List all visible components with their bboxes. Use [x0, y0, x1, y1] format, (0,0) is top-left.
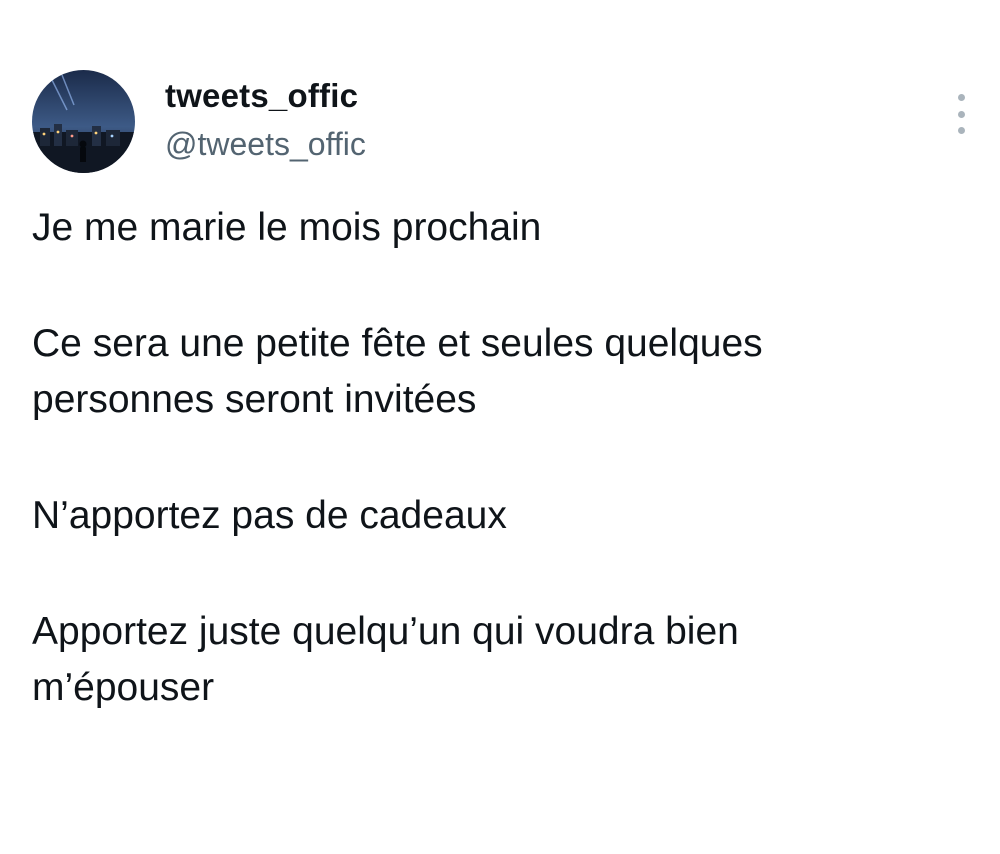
dot [957, 94, 965, 101]
avatar[interactable] [32, 70, 135, 173]
author-display-name[interactable]: tweets_offic [165, 76, 358, 116]
tweet-card: tweets_offic @tweets_offic Je me marie l… [0, 0, 1000, 854]
author-handle[interactable]: @tweets_offic [165, 124, 366, 164]
tweet-text: Je me marie le mois prochain Ce sera une… [32, 200, 972, 776]
more-options-icon[interactable] [950, 94, 972, 134]
avatar-night-city-image [32, 70, 135, 173]
tweet-paragraph: Je me marie le mois prochain [32, 206, 542, 249]
tweet-paragraph: Ce sera une petite fête et seules quelqu… [32, 322, 763, 421]
dot [957, 110, 965, 118]
tweet-paragraph: N’apportez pas de cadeaux [32, 494, 507, 537]
tweet-paragraph: Apportez juste quelqu’un qui voudra bien… [32, 610, 739, 709]
dot [957, 127, 965, 134]
